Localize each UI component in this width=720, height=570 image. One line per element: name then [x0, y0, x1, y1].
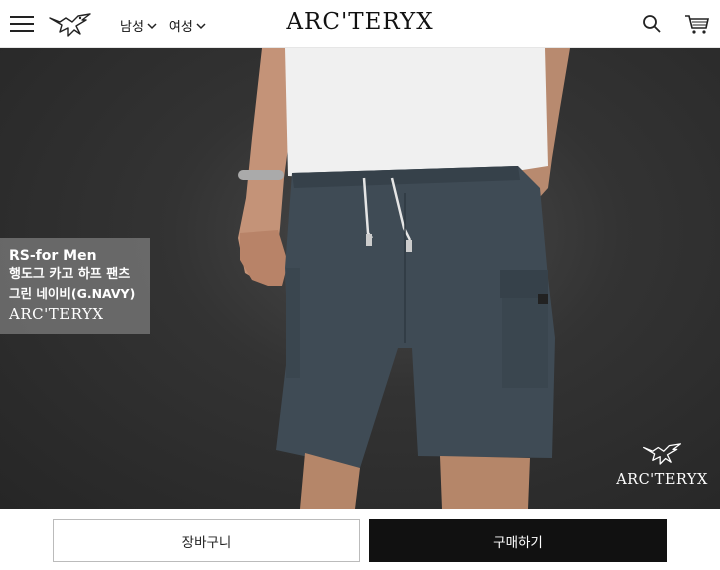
brand-wordmark[interactable]: ARC'TERYX	[260, 9, 460, 35]
add-to-cart-button[interactable]: 장바구니	[53, 519, 360, 562]
nav-men-label: 남성	[120, 20, 144, 35]
menu-icon[interactable]	[10, 14, 34, 34]
chevron-down-icon	[196, 22, 206, 29]
caption-color: 그린 네이비(G.NAVY)	[9, 286, 136, 301]
top-header: 남성 여성 ARC'TERYX	[0, 0, 720, 48]
bottom-action-bar: 장바구니 구매하기	[0, 509, 720, 570]
hero-banner[interactable]: RS-for Men 행도그 카고 하프 팬츠 그린 네이비(G.NAVY) A…	[0, 48, 720, 509]
nav-men[interactable]: 남성	[120, 16, 157, 35]
nav-women[interactable]: 여성	[169, 16, 206, 35]
arcteryx-bird-logo[interactable]	[46, 8, 94, 40]
product-caption: RS-for Men 행도그 카고 하프 팬츠 그린 네이비(G.NAVY) A…	[0, 238, 150, 334]
gender-nav: 남성 여성	[120, 16, 206, 35]
buy-now-button[interactable]: 구매하기	[369, 519, 667, 562]
search-icon[interactable]	[642, 14, 662, 34]
chevron-down-icon	[147, 22, 157, 29]
caption-product-name: 행도그 카고 하프 팬츠	[9, 267, 131, 282]
caption-brand: ARC'TERYX	[9, 305, 104, 323]
corner-brand-logo: ARC'TERYX	[612, 436, 712, 498]
cart-icon[interactable]	[684, 13, 710, 35]
caption-category: RS-for Men	[9, 248, 97, 264]
arcteryx-bird-logo	[643, 443, 681, 465]
nav-women-label: 여성	[168, 20, 193, 35]
corner-brand-text: ARC'TERYX	[616, 472, 708, 488]
